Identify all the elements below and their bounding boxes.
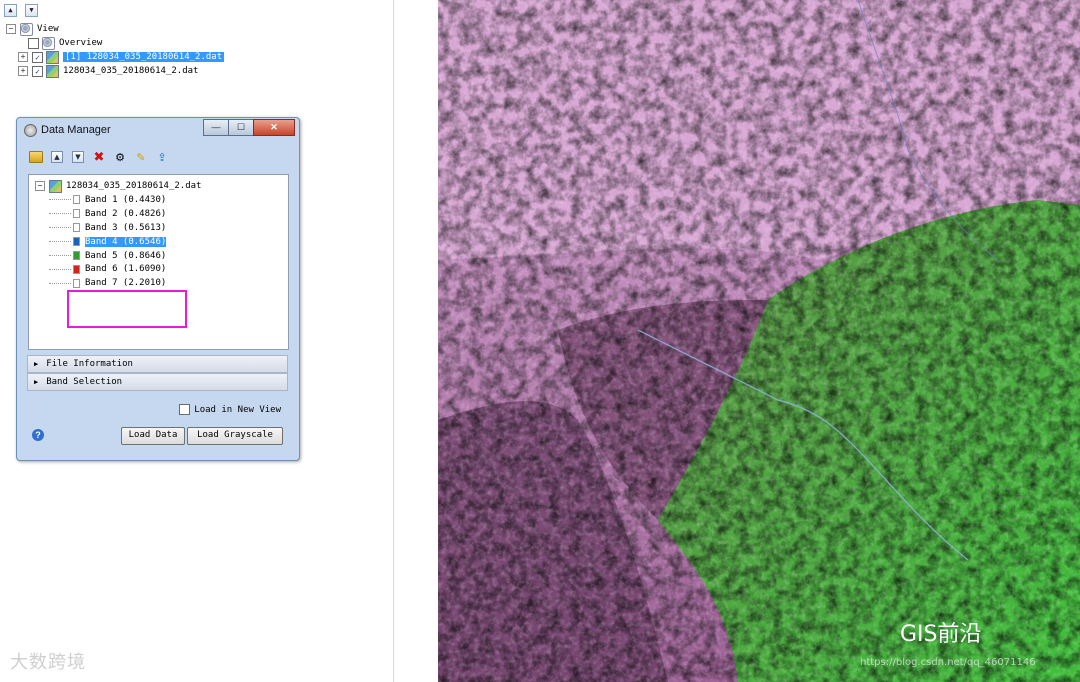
load-in-new-view-checkbox[interactable] [179, 404, 191, 415]
expand-triangle-icon: ▶ [34, 378, 39, 386]
view-icon [20, 22, 33, 36]
layer-1-checkbox[interactable]: ✓ [32, 51, 43, 63]
band-item[interactable]: Band 7 (2.2010) [35, 276, 201, 290]
load-grayscale-button[interactable]: Load Grayscale [187, 427, 283, 445]
dialog-toolbar: ▲ ▼ ✖ ⚙ ✎ ⇪ [29, 150, 169, 165]
layer-manager-pane: ▲ ▼ − View Overview + ✓ [1] 128034_035_2… [0, 0, 389, 682]
layer-2-checkbox[interactable]: ✓ [32, 65, 43, 77]
tree-root-label: View [37, 24, 59, 34]
band-label: Band 3 (0.5613) [85, 222, 167, 233]
watermark-gis: GIS前沿 [900, 622, 982, 647]
minimize-button[interactable]: — [203, 119, 229, 136]
expand-all-icon[interactable]: ▼ [71, 150, 85, 164]
band-color-icon [73, 195, 80, 205]
band-item[interactable]: Band 4 (0.6546) [35, 235, 201, 249]
tree-connector [49, 241, 71, 243]
window-controls: — ☐ ✕ [203, 119, 295, 136]
band-label: Band 6 (1.6090) [85, 264, 167, 275]
band-label: Band 1 (0.4430) [85, 194, 167, 205]
data-manager-dialog: Data Manager — ☐ ✕ ▲ ▼ ✖ ⚙ ✎ ⇪ − 128034_… [16, 117, 300, 461]
tree-item-label: 128034_035_20180614_2.dat [63, 66, 199, 76]
band-color-icon [73, 223, 80, 233]
expand-triangle-icon: ▶ [34, 360, 39, 368]
dialog-footer: Load in New View ? Load Data Load Graysc… [28, 400, 287, 452]
tree-connector [49, 255, 71, 256]
load-in-new-view-label: Load in New View [194, 404, 281, 415]
file-name: 128034_035_20180614_2.dat [66, 181, 202, 191]
band-label: Band 5 (0.8646) [85, 250, 167, 261]
maximize-button[interactable]: ☐ [228, 119, 254, 136]
band-color-icon [73, 251, 80, 260]
collapse-all-icon[interactable]: ▲ [50, 150, 64, 164]
speckle-overlay [438, 0, 1080, 682]
file-node[interactable]: − 128034_035_20180614_2.dat [35, 179, 201, 193]
tree-connector [49, 199, 71, 201]
pin-icon[interactable]: ✎ [134, 150, 148, 164]
expand-icon[interactable]: + [18, 66, 28, 76]
band-label: Band 7 (2.2010) [85, 278, 167, 289]
image-view[interactable] [438, 0, 1080, 682]
tree-item-layer-2[interactable]: + ✓ 128034_035_20180614_2.dat [6, 64, 224, 78]
load-data-button[interactable]: Load Data [121, 427, 185, 445]
tree-connector [49, 268, 71, 270]
band-item[interactable]: Band 2 (0.4826) [35, 207, 201, 221]
band-selection-section[interactable]: ▶ Band Selection [27, 373, 288, 391]
help-icon[interactable]: ? [32, 429, 44, 441]
watermark-left: 大数跨境 [10, 652, 86, 673]
save-icon[interactable]: ⚙ [113, 150, 127, 164]
layer-tree: − View Overview + ✓ [1] 128034_035_20180… [6, 22, 225, 78]
file-information-section[interactable]: ▶ File Information [27, 355, 288, 373]
tree-item-overview[interactable]: Overview [6, 36, 224, 50]
watermark-url: https://blog.csdn.net/qq_46071146 [860, 657, 1036, 668]
export-icon[interactable]: ⇪ [155, 150, 169, 164]
load-in-new-view-option[interactable]: Load in New View [179, 404, 281, 415]
band-item[interactable]: Band 1 (0.4430) [35, 193, 201, 207]
raster-layer-icon [46, 50, 59, 64]
file-tree: − 128034_035_20180614_2.dat Band 1 (0.44… [35, 179, 201, 290]
pane-gap [388, 0, 438, 682]
tree-item-label: [1] 128034_035_20180614_2.dat [63, 52, 225, 62]
band-color-icon [73, 209, 80, 219]
section-label: Band Selection [46, 377, 123, 387]
file-tree-panel: − 128034_035_20180614_2.dat Band 1 (0.44… [28, 174, 289, 350]
move-up-icon[interactable]: ▲ [4, 4, 17, 17]
band-color-icon [73, 278, 80, 288]
dialog-title: Data Manager [41, 124, 111, 136]
section-label: File Information [46, 359, 133, 369]
overview-icon [42, 36, 55, 50]
expand-icon[interactable]: + [18, 52, 28, 62]
band-item[interactable]: Band 6 (1.6090) [35, 262, 201, 276]
move-down-icon[interactable]: ▼ [25, 4, 38, 17]
band-color-icon [73, 237, 80, 247]
raster-file-icon [49, 179, 62, 193]
dialog-titlebar[interactable]: Data Manager — ☐ ✕ [17, 118, 299, 140]
overview-checkbox[interactable] [28, 37, 39, 49]
collapse-icon[interactable]: − [6, 24, 16, 34]
band-label: Band 2 (0.4826) [85, 208, 167, 219]
close-file-icon[interactable]: ✖ [92, 150, 106, 165]
tree-connector [49, 227, 71, 229]
raster-layer-icon [46, 64, 59, 78]
tree-connector [49, 213, 71, 215]
band-item[interactable]: Band 5 (0.8646) [35, 249, 201, 263]
band-item[interactable]: Band 3 (0.5613) [35, 221, 201, 235]
data-manager-icon [24, 124, 37, 137]
tree-item-label: Overview [59, 38, 103, 48]
satellite-image [438, 0, 1080, 682]
close-button[interactable]: ✕ [253, 119, 295, 136]
tree-root-view[interactable]: − View [6, 22, 224, 36]
tree-item-layer-1[interactable]: + ✓ [1] 128034_035_20180614_2.dat [6, 50, 225, 64]
band-label: Band 4 (0.6546) [85, 236, 167, 247]
highlight-annotation-box [67, 290, 187, 328]
band-list: Band 1 (0.4430) Band 2 (0.4826) Band 3 (0.… [35, 193, 201, 290]
band-color-icon [73, 264, 80, 274]
layer-manager-toolbar: ▲ ▼ [4, 4, 38, 17]
collapse-icon[interactable]: − [35, 181, 45, 191]
pane-splitter[interactable] [393, 0, 394, 682]
tree-connector [49, 282, 71, 284]
open-folder-icon[interactable] [29, 150, 43, 164]
